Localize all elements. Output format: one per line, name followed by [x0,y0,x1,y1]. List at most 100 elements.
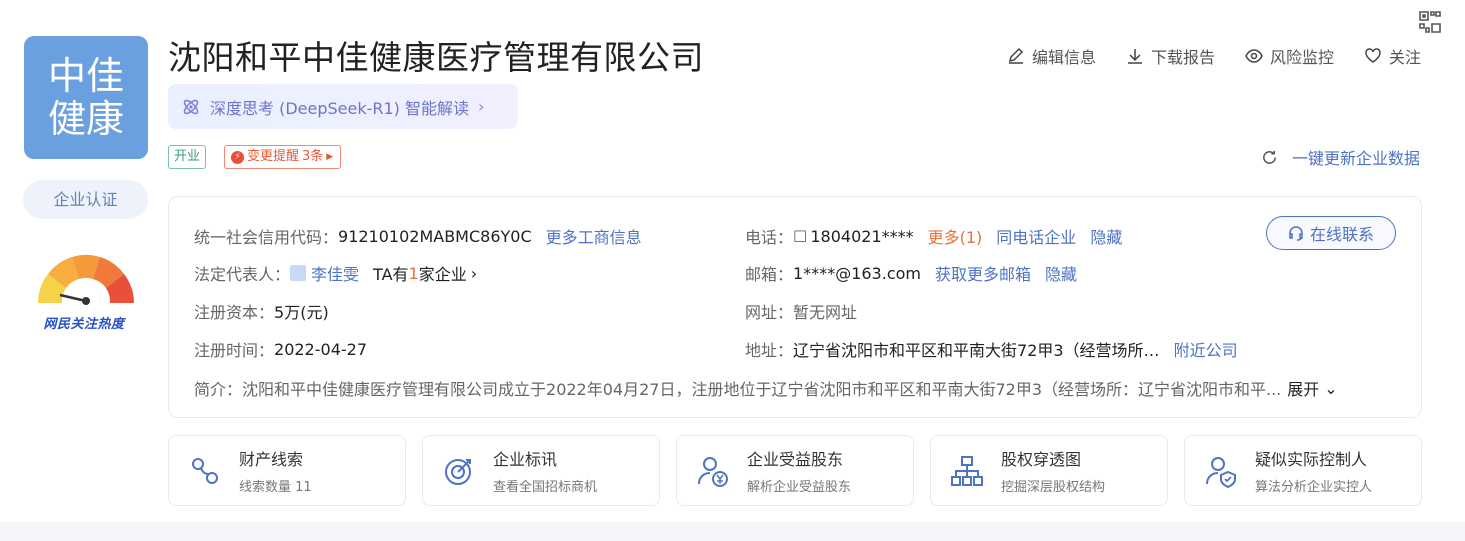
phone-icon: ☐ [793,226,808,246]
download-report-label: 下载报告 [1150,48,1215,67]
online-contact-button[interactable]: 在线联系 [1266,216,1396,250]
tile-title: 财产线索 [239,450,304,469]
atom-icon [181,97,201,117]
bid-target-icon [445,458,471,485]
triangle-right-icon: ▶ [326,152,334,162]
tile-bid-info[interactable]: 企业标讯查看全国招标商机 [422,435,660,506]
email-label: 邮箱： [745,265,794,284]
refresh-icon [1263,150,1276,164]
beneficiary-icon [698,456,728,487]
change-alert-label: 变更提醒 [247,149,300,164]
email-hide-link[interactable]: 隐藏 [1045,261,1077,285]
address-label: 地址： [745,341,794,360]
header-actions: 编辑信息 下载报告 风险监控 关注 [1007,44,1421,68]
tile-property-clue[interactable]: 财产线索线索数量 11 [168,435,406,506]
nearby-companies-link[interactable]: 附近公司 [1174,337,1238,361]
change-alert-count: 3条 [302,149,324,164]
legal-rep-companies-count[interactable]: 1 [409,264,419,283]
legal-rep-label: 法定代表人： [194,265,291,284]
edit-info-button[interactable]: 编辑信息 [1007,44,1096,68]
email-more-link[interactable]: 获取更多邮箱 [935,261,1031,285]
logo-text-line2: 健康 [47,96,124,141]
logo-text-line1: 中佳 [47,53,124,98]
tile-subtitle: 查看全国招标商机 [493,480,598,495]
phone-row: 电话： ☐ 1804021**** 更多(1) 同电话企业 隐藏 [745,224,1122,248]
email-value: 1****@163.com [793,263,921,283]
reg-time-label: 注册时间： [194,341,275,360]
reg-time-value: 2022-04-27 [274,339,367,359]
status-badge: 开业 [168,145,207,169]
tile-subtitle: 算法分析企业实控人 [1255,480,1373,495]
phone-value: 1804021**** [810,226,914,246]
chevron-right-icon: › [478,97,485,116]
phone-more-link[interactable]: 更多(1) [928,224,983,248]
pencil-icon [1008,47,1023,64]
legal-rep-row: 法定代表人： 李佳雯 TA有 1 家企业 › [194,261,477,285]
website-label: 网址： [745,303,794,322]
tile-subtitle: 挖掘深层股权结构 [1001,480,1106,495]
reg-time-row: 注册时间： 2022-04-27 [194,337,367,361]
chevron-down-icon[interactable]: ⌄ [1324,379,1337,398]
tile-subtitle: 解析企业受益股东 [747,480,852,495]
property-clue-icon [192,457,218,484]
tile-equity-chart[interactable]: 股权穿透图挖掘深层股权结构 [930,435,1168,506]
phone-label: 电话： [745,228,794,247]
heat-label: 网民关注热度 [43,317,125,332]
edit-info-label: 编辑信息 [1031,48,1096,67]
online-contact-label: 在线联系 [1309,225,1374,244]
intro-value: 沈阳和平中佳健康医疗管理有限公司成立于2022年04月27日，注册地位于辽宁省沈… [242,380,1282,399]
credit-code-label: 统一社会信用代码： [194,228,339,247]
expand-link[interactable]: 展开 [1287,376,1319,400]
tile-title: 疑似实际控制人 [1255,450,1368,469]
download-icon [1127,49,1142,64]
ai-interpret-button[interactable]: 深度思考 (DeepSeek-R1) 智能解读 › [168,84,518,129]
follow-label: 关注 [1388,48,1421,67]
address-row: 地址： 辽宁省沈阳市和平区和平南大街72甲3（经营场所… 附近公司 [745,337,1238,361]
website-value: 暂无网址 [793,303,858,322]
capital-label: 注册资本： [194,303,275,322]
phone-hide-link[interactable]: 隐藏 [1090,224,1122,248]
risk-monitor-button[interactable]: 风险监控 [1245,44,1334,68]
heat-gauge-icon [38,254,134,305]
tile-title: 企业标讯 [493,450,558,469]
equity-tree-icon [951,455,983,486]
legal-rep-companies-prefix[interactable]: TA有 [373,261,408,285]
more-biz-info-link[interactable]: 更多工商信息 [546,224,642,248]
intro-label: 简介： [194,380,243,399]
capital-row: 注册资本： 5万(元) [194,299,329,323]
lightning-icon: ⚡ [231,150,244,164]
page-bottom-divider [0,522,1465,541]
address-value: 辽宁省沈阳市和平区和平南大街72甲3（经营场所… [793,341,1160,360]
credit-code-value: 91210102MABMC86Y0C [338,226,532,246]
same-phone-link[interactable]: 同电话企业 [996,224,1076,248]
refresh-data-button[interactable]: 一键更新企业数据 [1261,145,1420,169]
tile-title: 企业受益股东 [747,450,844,469]
change-alert-tag[interactable]: ⚡ 变更提醒 3条 ▶ [224,145,342,169]
eye-icon [1245,49,1263,63]
qr-code-icon[interactable] [1419,11,1441,33]
headset-icon [1289,226,1303,241]
capital-value: 5万(元) [274,303,329,322]
ai-interpret-label: 深度思考 (DeepSeek-R1) 智能解读 [210,98,470,118]
follow-button[interactable]: 关注 [1364,44,1421,68]
credit-code-row: 统一社会信用代码： 91210102MABMC86Y0C 更多工商信息 [194,224,642,248]
tile-actual-controller[interactable]: 疑似实际控制人算法分析企业实控人 [1184,435,1422,506]
tile-title: 股权穿透图 [1001,450,1082,469]
email-row: 邮箱： 1****@163.com 获取更多邮箱 隐藏 [745,261,1077,285]
controller-icon [1206,456,1236,488]
website-row: 网址： 暂无网址 [745,299,857,323]
legal-rep-name-link[interactable]: 李佳雯 [311,261,359,285]
legal-rep-companies-suffix[interactable]: 家企业 [419,261,467,285]
tile-beneficiary[interactable]: 企业受益股东解析企业受益股东 [676,435,914,506]
tile-subtitle: 线索数量 11 [239,480,312,495]
intro-row: 简介： 沈阳和平中佳健康医疗管理有限公司成立于2022年04月27日，注册地位于… [194,376,1400,400]
certify-button[interactable]: 企业认证 [23,180,148,219]
feature-tiles: 财产线索 线索数量 11 企业标讯 查看全国招标商机 企业受益股东 解析企业受益股东 … [168,435,1422,506]
risk-monitor-label: 风险监控 [1269,48,1334,67]
company-name: 沈阳和平中佳健康医疗管理有限公司 [168,38,704,77]
heart-icon [1365,48,1381,63]
download-report-button[interactable]: 下载报告 [1126,44,1215,68]
company-logo: 中佳 健康 [24,36,148,159]
chevron-right-icon[interactable]: › [471,264,477,283]
refresh-data-label: 一键更新企业数据 [1291,149,1420,168]
